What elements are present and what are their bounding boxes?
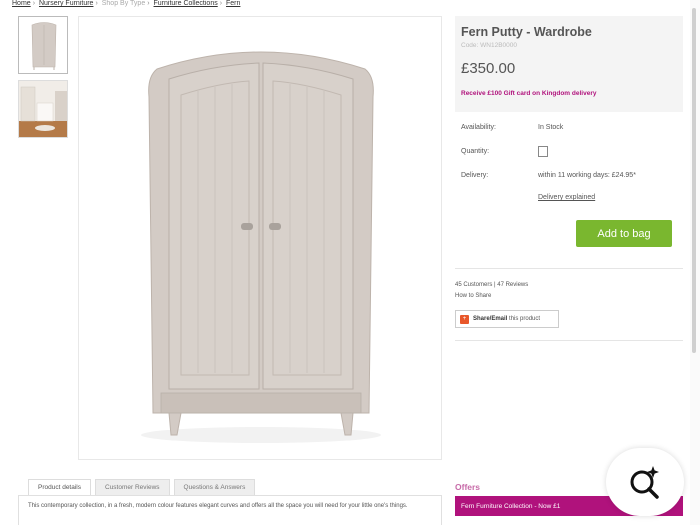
main-product-image	[78, 16, 442, 460]
tab-customer-reviews[interactable]: Customer Reviews	[95, 479, 170, 496]
nursery-room-thumbnail-image	[19, 81, 67, 137]
breadcrumb-separator: ›	[219, 0, 223, 7]
sparkle-search-icon	[630, 466, 659, 499]
scrollbar-thumb[interactable]	[692, 8, 696, 353]
availability-value: In Stock	[538, 124, 564, 131]
offers-title: Offers	[455, 482, 481, 492]
review-summary[interactable]: 45 Customers | 47 Reviews	[455, 282, 528, 288]
breadcrumb-home[interactable]: Home	[12, 0, 31, 7]
breadcrumb-separator: ›	[95, 0, 98, 7]
how-to-share-text: How to Share	[455, 293, 492, 299]
add-to-bag-button[interactable]: Add to bag	[576, 220, 672, 247]
product-title: Fern Putty - Wardrobe	[461, 25, 592, 39]
breadcrumb: Home › Nursery Furniture › Shop By Type › F…	[12, 0, 240, 12]
wardrobe-image	[141, 51, 381, 443]
thumbnail-gallery	[18, 16, 70, 144]
share-label: Share/Email this product	[473, 316, 541, 322]
quantity-label: Quantity:	[461, 148, 490, 155]
product-description: This contemporary collection, in a fresh…	[18, 495, 442, 525]
breadcrumb-fern[interactable]: Fern	[226, 0, 240, 7]
product-price: £350.00	[461, 60, 516, 77]
thumbnail-wardrobe[interactable]	[18, 16, 68, 74]
breadcrumb-separator: ›	[147, 0, 150, 7]
visual-search-button[interactable]	[606, 448, 684, 516]
share-email-button[interactable]: + Share/Email this product	[455, 310, 559, 328]
breadcrumb-shop-by-type[interactable]: Shop By Type	[102, 0, 145, 7]
breadcrumb-nursery-furniture[interactable]: Nursery Furniture	[39, 0, 93, 7]
breadcrumb-furniture-collections[interactable]: Furniture Collections	[154, 0, 218, 7]
divider	[455, 268, 683, 269]
delivery-explained-link[interactable]: Delivery explained	[538, 194, 595, 201]
product-info-panel: Fern Putty - Wardrobe Code: WN12B0000 £3…	[455, 16, 683, 112]
breadcrumb-separator: ›	[32, 0, 36, 7]
divider	[455, 340, 683, 341]
quantity-input[interactable]	[538, 146, 548, 157]
wardrobe-thumbnail-image	[31, 22, 57, 70]
availability-label: Availability:	[461, 124, 496, 131]
promo-message[interactable]: Receive £100 Gift card on Kingdom delive…	[461, 90, 596, 97]
delivery-label: Delivery:	[461, 172, 489, 179]
tab-product-details[interactable]: Product details	[28, 479, 91, 496]
tab-questions-answers[interactable]: Questions & Answers	[173, 479, 256, 496]
product-code: Code: WN12B0000	[461, 42, 518, 49]
delivery-value: within 11 working days: £24.95*	[538, 172, 636, 179]
share-icon: +	[460, 314, 469, 324]
product-tabs: Product details Customer Reviews Questio…	[28, 479, 256, 496]
thumbnail-nursery-room[interactable]	[18, 80, 68, 138]
